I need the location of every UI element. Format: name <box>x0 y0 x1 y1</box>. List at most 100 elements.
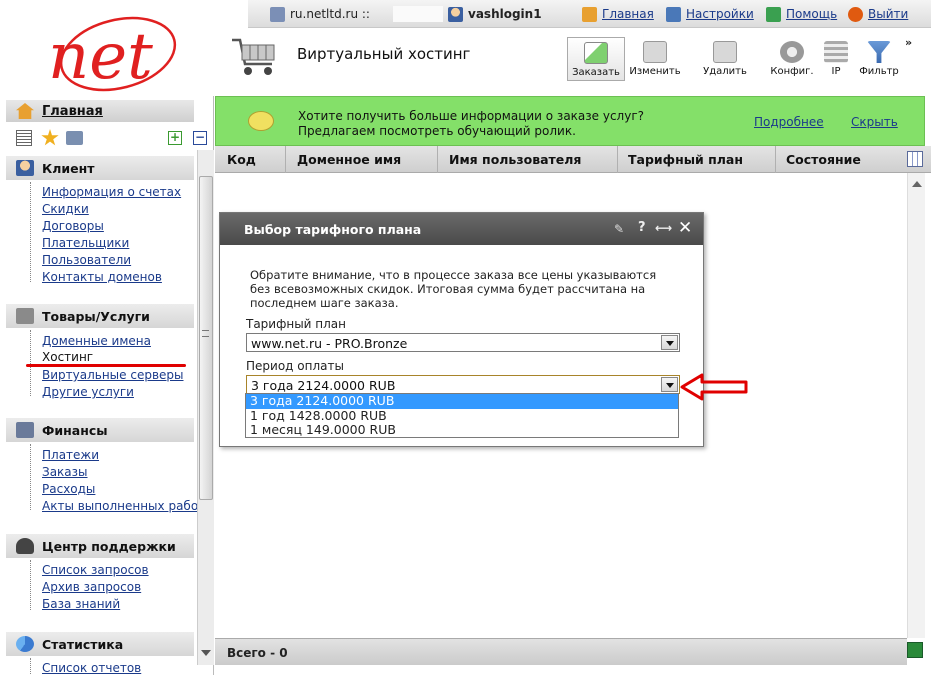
sidebar-item-expenses[interactable]: Расходы <box>42 482 95 496</box>
sidebar-item-other-services[interactable]: Другие услуги <box>42 385 134 399</box>
order-button[interactable]: Заказать <box>567 37 625 81</box>
sidebar-item-vps[interactable]: Виртуальные серверы <box>42 368 184 382</box>
scroll-down-arrow-icon[interactable] <box>201 650 211 656</box>
scrollbar-thumb[interactable] <box>199 176 213 500</box>
column-divider <box>285 146 286 173</box>
info-banner: Хотите получить больше информации о зака… <box>215 96 925 146</box>
plan-select[interactable]: www.net.ru - PRO.Bronze <box>246 333 680 352</box>
resize-icon[interactable]: ⟷ <box>655 221 672 235</box>
more-toolbar-button[interactable]: » <box>905 36 912 49</box>
banner-more-link[interactable]: Подробнее <box>754 115 824 129</box>
column-username[interactable]: Имя пользователя <box>449 152 581 167</box>
domain-label: ru.netltd.ru :: <box>270 5 370 23</box>
tree-line <box>30 658 31 675</box>
config-icon <box>780 41 804 63</box>
sidebar-item-reports[interactable]: Список отчетов <box>42 661 141 675</box>
edit-icon <box>643 41 667 63</box>
client-icon <box>16 160 34 176</box>
speech-bubble-icon <box>248 111 274 131</box>
export-excel-icon[interactable] <box>907 642 923 658</box>
table-header: Код Доменное имя Имя пользователя Тарифн… <box>215 146 931 173</box>
help-link-text[interactable]: Помощь <box>786 7 837 21</box>
sidebar-item-invoices[interactable]: Информация о счетах <box>42 185 181 199</box>
section-statistics[interactable]: Статистика <box>6 632 194 656</box>
headset-icon <box>16 538 34 554</box>
chevron-down-icon[interactable] <box>661 377 678 392</box>
columns-settings-icon[interactable] <box>907 151 923 167</box>
cash-register-icon <box>16 422 34 438</box>
sidebar-item-users[interactable]: Пользователи <box>42 253 131 267</box>
settings-link[interactable]: Настройки <box>666 5 754 23</box>
logout-link-text[interactable]: Выйти <box>868 7 908 21</box>
settings-link-text[interactable]: Настройки <box>686 7 754 21</box>
plan-label: Тарифный план <box>246 317 347 331</box>
chevron-down-icon[interactable] <box>661 335 678 350</box>
table-scrollbar[interactable] <box>907 173 925 638</box>
table-footer: Всего - 0 <box>215 638 907 665</box>
sidebar-scrollbar[interactable] <box>197 150 214 665</box>
column-status[interactable]: Состояние <box>786 152 861 167</box>
collapse-all-icon[interactable]: − <box>193 131 207 145</box>
section-support[interactable]: Центр поддержки <box>6 534 194 558</box>
scroll-up-arrow-icon[interactable] <box>912 181 922 187</box>
period-options-list: 3 года 2124.0000 RUB 1 год 1428.0000 RUB… <box>245 393 679 438</box>
sidebar-item-contracts[interactable]: Договоры <box>42 219 104 233</box>
briefcase-icon[interactable] <box>66 131 83 145</box>
tree-line <box>30 182 31 282</box>
help-link[interactable]: Помощь <box>766 5 837 23</box>
section-finance[interactable]: Финансы <box>6 418 194 442</box>
list-view-icon[interactable] <box>16 130 32 146</box>
section-client[interactable]: Клиент <box>6 156 194 180</box>
sidebar-item-payers[interactable]: Плательщики <box>42 236 129 250</box>
red-arrow-annotation <box>680 373 750 401</box>
sidebar-home[interactable]: Главная <box>6 100 194 122</box>
filter-icon <box>867 41 891 63</box>
sidebar-item-knowledge-base[interactable]: База знаний <box>42 597 120 611</box>
period-select-value: 3 года 2124.0000 RUB <box>251 378 396 393</box>
column-domain[interactable]: Доменное имя <box>297 152 401 167</box>
tree-line <box>30 330 31 396</box>
banner-hide-link[interactable]: Скрыть <box>851 115 898 129</box>
config-button[interactable]: Конфиг. <box>763 37 821 81</box>
sidebar-home-label[interactable]: Главная <box>42 104 103 119</box>
sidebar-item-domains[interactable]: Доменные имена <box>42 334 151 348</box>
column-divider <box>775 146 776 173</box>
sidebar-item-domain-contacts[interactable]: Контакты доменов <box>42 270 162 284</box>
logout-link[interactable]: Выйти <box>848 5 908 23</box>
home-link[interactable]: Главная <box>582 5 654 23</box>
sidebar-item-acts[interactable]: Акты выполненных работ <box>42 499 205 513</box>
favorites-star-icon[interactable] <box>41 129 59 146</box>
cart-small-icon <box>16 308 34 324</box>
sidebar-item-tickets[interactable]: Список запросов <box>42 563 149 577</box>
delete-button[interactable]: Удалить <box>696 37 754 81</box>
house-icon <box>16 103 34 119</box>
period-option[interactable]: 1 месяц 149.0000 RUB <box>246 422 678 438</box>
period-option[interactable]: 3 года 2124.0000 RUB <box>246 393 678 409</box>
power-icon <box>848 6 863 22</box>
column-tariff[interactable]: Тарифный план <box>628 152 743 167</box>
user-label: vashlogin1 <box>448 5 542 23</box>
dialog-note: Обратите внимание, что в процессе заказа… <box>250 268 657 310</box>
red-underline-annotation <box>26 364 186 367</box>
edit-button[interactable]: Изменить <box>626 37 684 81</box>
sidebar-item-hosting[interactable]: Хостинг <box>42 350 93 364</box>
help-icon <box>766 6 781 22</box>
column-code[interactable]: Код <box>227 152 256 167</box>
house-icon <box>582 6 597 22</box>
top-bar: ru.netltd.ru :: vashlogin1 Главная Настр… <box>248 0 931 28</box>
ip-button[interactable]: IP <box>816 37 856 81</box>
sidebar-item-payments[interactable]: Платежи <box>42 448 99 462</box>
tree-line <box>30 560 31 610</box>
sidebar-item-ticket-archive[interactable]: Архив запросов <box>42 580 141 594</box>
home-link-text[interactable]: Главная <box>602 7 654 21</box>
pin-icon[interactable]: ✎ <box>614 222 628 236</box>
period-option[interactable]: 1 год 1428.0000 RUB <box>246 408 678 424</box>
expand-all-icon[interactable]: + <box>168 131 182 145</box>
help-icon[interactable]: ? <box>638 220 646 235</box>
filter-button[interactable]: Фильтр <box>854 37 904 81</box>
period-select[interactable]: 3 года 2124.0000 RUB <box>246 375 680 394</box>
sidebar-item-orders[interactable]: Заказы <box>42 465 88 479</box>
sidebar-item-discounts[interactable]: Скидки <box>42 202 89 216</box>
close-icon[interactable]: ✕ <box>678 218 692 238</box>
section-products[interactable]: Товары/Услуги <box>6 304 194 328</box>
